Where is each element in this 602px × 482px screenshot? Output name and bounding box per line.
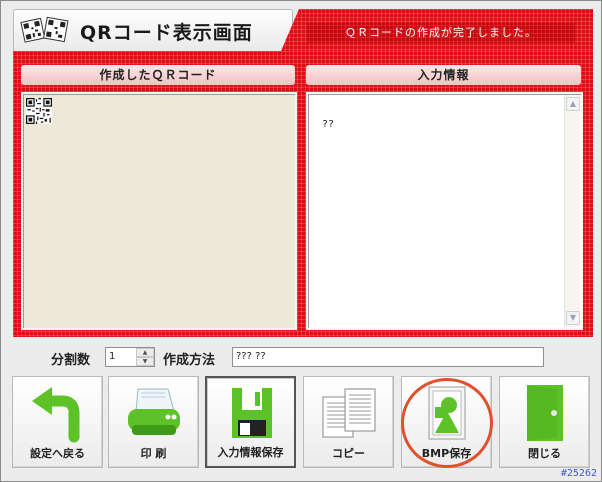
spinner-down-button[interactable]: ▼: [136, 357, 154, 366]
creation-method-field[interactable]: ??? ??: [232, 347, 544, 367]
split-count-label: 分割数: [51, 353, 91, 368]
bmp-save-button[interactable]: BMP保存: [401, 376, 492, 468]
split-count-spinner[interactable]: ▲ ▼: [136, 348, 154, 366]
scroll-up-button[interactable]: ▲: [566, 97, 580, 111]
close-label: 閉じる: [528, 447, 561, 460]
door-icon: [527, 385, 563, 441]
status-message: ＱＲコードの作成が完了しました。: [307, 23, 575, 43]
spinner-up-button[interactable]: ▲: [136, 348, 154, 357]
generated-qr-code: [26, 98, 52, 124]
print-button[interactable]: 印 刷: [108, 376, 199, 468]
header: QRコード表示画面 ＱＲコードの作成が完了しました。: [13, 9, 593, 51]
vertical-scrollbar[interactable]: ▲ ▼: [564, 95, 580, 327]
close-button[interactable]: 閉じる: [499, 376, 590, 468]
qr-code-display: [21, 92, 297, 330]
qr-display-window: QRコード表示画面 ＱＲコードの作成が完了しました。 作成したＱＲコード 入力情…: [0, 0, 602, 482]
input-info-textarea[interactable]: ?? ▲ ▼: [306, 92, 583, 330]
print-label: 印 刷: [140, 447, 167, 460]
info-pane-header: 入力情報: [306, 65, 581, 85]
corner-code: #25262: [560, 468, 597, 479]
copy-label: コピー: [332, 447, 365, 460]
image-file-icon: [428, 386, 466, 440]
qr-pane-header: 作成したＱＲコード: [21, 65, 295, 85]
return-arrow-icon: [32, 387, 80, 443]
printer-icon: [128, 388, 180, 435]
copy-button[interactable]: コピー: [303, 376, 394, 468]
save-input-info-label: 入力情報保存: [217, 446, 284, 459]
input-info-text: ??: [322, 119, 335, 130]
main-panel: 作成したＱＲコード 入力情報 ?? ▲ ▼: [13, 51, 593, 337]
save-input-info-button[interactable]: 入力情報保存: [205, 376, 296, 468]
creation-method-label: 作成方法: [163, 353, 216, 368]
settings-row: 分割数 1 ▲ ▼ 作成方法 ??? ??: [51, 347, 551, 368]
copy-pages-icon: [322, 388, 376, 438]
qr-code-icon: [20, 16, 69, 43]
floppy-disk-icon: [232, 388, 272, 438]
scroll-down-button[interactable]: ▼: [566, 311, 580, 325]
back-to-settings-button[interactable]: 設定へ戻る: [12, 376, 103, 468]
back-to-settings-label: 設定へ戻る: [30, 447, 85, 460]
window-title: QRコード表示画面: [80, 22, 253, 44]
title-tab: QRコード表示画面: [13, 9, 293, 51]
bmp-save-label: BMP保存: [421, 447, 472, 460]
